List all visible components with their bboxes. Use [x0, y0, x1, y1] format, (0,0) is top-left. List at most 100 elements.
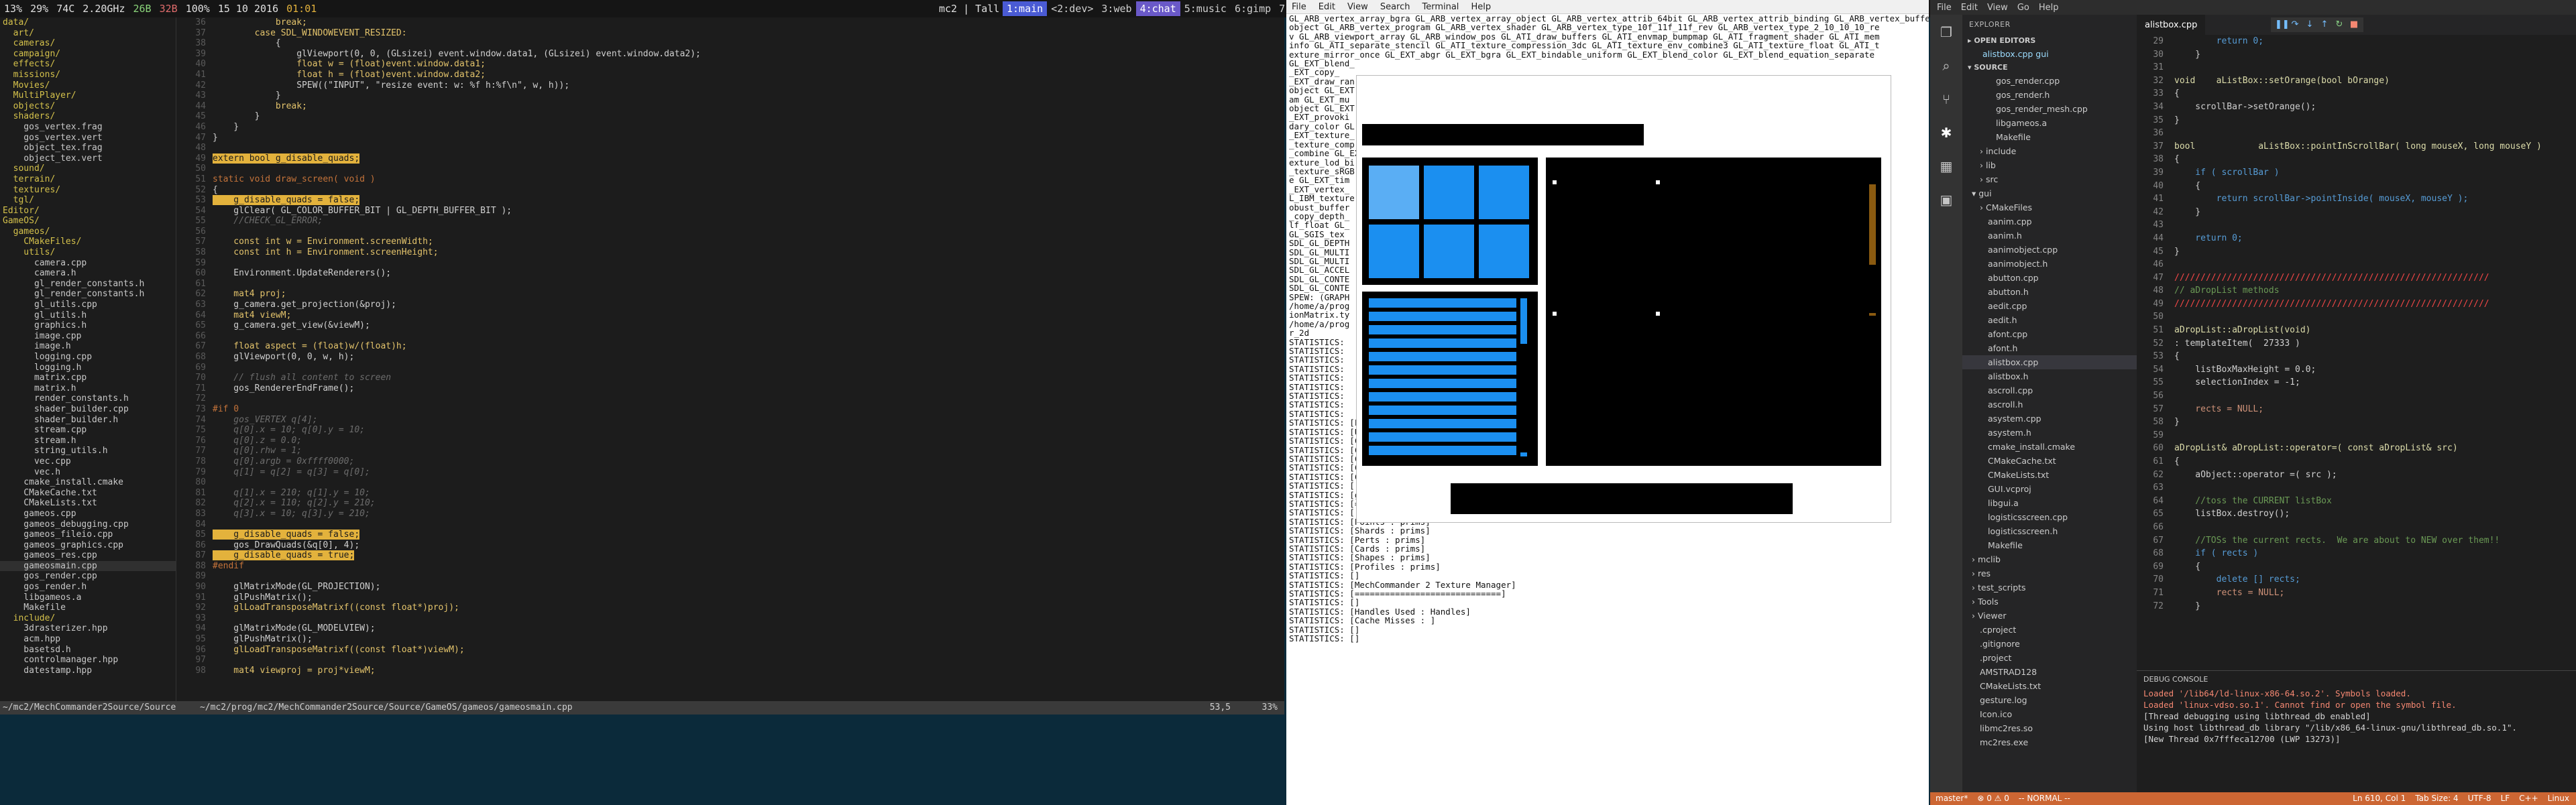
explorer-item[interactable]: CMakeLists.txt [1962, 468, 2137, 482]
tree-file[interactable]: image.cpp [0, 331, 176, 342]
list-scrollbar[interactable] [1520, 298, 1527, 344]
game-list-panel[interactable] [1362, 292, 1538, 466]
explorer-tree[interactable]: gos_render.cpp gos_render.h gos_render_mes… [1962, 74, 2137, 749]
list-row[interactable] [1369, 338, 1516, 348]
explorer-item[interactable]: ▾ gui [1962, 186, 2137, 200]
tree-folder[interactable]: campaign/ [0, 49, 176, 60]
tree-folder[interactable]: art/ [0, 28, 176, 39]
tree-folder[interactable]: objects/ [0, 101, 176, 112]
explorer-item[interactable]: CMakeCache.txt [1962, 454, 2137, 468]
tree-file[interactable]: acm.hpp [0, 634, 176, 645]
menu-item[interactable]: Help [2039, 3, 2059, 13]
open-editors-header[interactable]: ▸ OPEN EDITORS [1962, 34, 2137, 47]
tree-file[interactable]: gameos.cpp [0, 509, 176, 519]
list-row[interactable] [1369, 392, 1516, 401]
explorer-item[interactable]: libmc2res.so [1962, 721, 2137, 735]
explorer-item[interactable]: gos_render_mesh.cpp [1962, 102, 2137, 116]
tree-file[interactable]: Makefile [0, 603, 176, 613]
tree-folder[interactable]: include/ [0, 613, 176, 624]
list-row[interactable] [1369, 379, 1516, 388]
tree-file[interactable]: object_tex.vert [0, 153, 176, 164]
explorer-item[interactable]: › Viewer [1962, 609, 2137, 623]
restart-icon[interactable]: ↻ [2334, 19, 2345, 30]
tree-folder[interactable]: missions/ [0, 70, 176, 80]
tree-folder[interactable]: Movies/ [0, 80, 176, 91]
explorer-item[interactable]: cmake_install.cmake [1962, 440, 2137, 454]
explorer-item[interactable]: gesture.log [1962, 693, 2137, 707]
explorer-item[interactable]: Makefile [1962, 538, 2137, 552]
menu-item[interactable]: View [1347, 2, 1368, 12]
cursor-pos[interactable]: Ln 610, Col 1 [2353, 792, 2406, 805]
explorer-item[interactable]: libgameos.a [1962, 116, 2137, 130]
list-scrollbar-thumb[interactable] [1520, 452, 1527, 456]
tree-file[interactable]: gl_utils.cpp [0, 300, 176, 310]
tree-file[interactable]: logging.h [0, 363, 176, 373]
explorer-item[interactable]: GUI.vcproj [1962, 482, 2137, 496]
tile[interactable] [1479, 225, 1529, 278]
explorer-item[interactable]: logisticsscreen.h [1962, 524, 2137, 538]
tree-file[interactable]: stream.cpp [0, 425, 176, 436]
tree-folder[interactable]: GameOS/ [0, 216, 176, 227]
tree-folder[interactable]: MultiPlayer/ [0, 90, 176, 101]
tree-folder[interactable]: shaders/ [0, 111, 176, 122]
explorer-item[interactable]: › CMakeFiles [1962, 200, 2137, 214]
tree-folder[interactable]: effects/ [0, 59, 176, 70]
language-mode[interactable]: C++ [2519, 792, 2538, 805]
workspace-tab[interactable]: 1:main [1003, 1, 1048, 16]
explorer-item[interactable]: abutton.cpp [1962, 271, 2137, 285]
source-folder-header[interactable]: ▾ SOURCE [1962, 61, 2137, 74]
tree-file[interactable]: vec.cpp [0, 456, 176, 467]
tree-folder[interactable]: gameos/ [0, 227, 176, 237]
menu-item[interactable]: File [1292, 2, 1306, 12]
tree-folder[interactable]: CMakeFiles/ [0, 237, 176, 247]
tile[interactable] [1479, 166, 1529, 219]
debug-console-panel[interactable]: DEBUG CONSOLE Loaded '/lib64/ld-linux-x8… [2137, 670, 2576, 792]
explorer-item[interactable]: › lib [1962, 158, 2137, 172]
problems-count[interactable]: ⊗ 0 ⚠ 0 [1977, 792, 2009, 805]
menu-item[interactable]: File [1937, 3, 1952, 13]
list-row[interactable] [1369, 298, 1516, 308]
explorer-item[interactable]: aedit.cpp [1962, 299, 2137, 313]
tree-file[interactable]: controlmanager.hpp [0, 655, 176, 666]
vim-terminal[interactable]: data/ art/ cameras/ campaign/ effects/ m… [0, 17, 1284, 715]
explorer-item[interactable]: CMakeLists.txt [1962, 679, 2137, 693]
explorer-item[interactable]: Makefile [1962, 130, 2137, 144]
explorer-sidebar[interactable]: EXPLORER ▸ OPEN EDITORS alistbox.cpp gui… [1962, 15, 2137, 792]
explorer-item[interactable]: gos_render.h [1962, 88, 2137, 102]
open-editor-item[interactable]: alistbox.cpp gui [1962, 47, 2137, 61]
os-label[interactable]: Linux [2548, 792, 2569, 805]
tree-folder[interactable]: terrain/ [0, 174, 176, 185]
explorer-item[interactable]: › src [1962, 172, 2137, 186]
explorer-item[interactable]: .project [1962, 651, 2137, 665]
tree-file[interactable]: shader_builder.h [0, 415, 176, 426]
tree-file[interactable]: gameos_debugging.cpp [0, 519, 176, 530]
files-icon[interactable]: ❐ [1938, 24, 1954, 40]
tree-file[interactable]: gameos_graphics.cpp [0, 540, 176, 551]
tile[interactable] [1369, 225, 1419, 278]
explorer-item[interactable]: libgui.a [1962, 496, 2137, 510]
stop-icon[interactable]: ■ [2349, 19, 2359, 30]
tree-file[interactable]: matrix.h [0, 383, 176, 394]
editor-code[interactable]: 29 return 0; 30 } 31 32 void aListBox::setOr… [2137, 35, 2576, 670]
game-window[interactable] [1356, 75, 1891, 523]
tree-folder[interactable]: tgl/ [0, 195, 176, 206]
list-row[interactable] [1369, 312, 1516, 321]
explorer-item[interactable]: .gitignore [1962, 637, 2137, 651]
line-endings[interactable]: LF [2501, 792, 2510, 805]
tree-file[interactable]: gl_utils.h [0, 310, 176, 321]
step-over-icon[interactable]: ↷ [2290, 19, 2300, 30]
tree-file[interactable]: 3drasterizer.hpp [0, 623, 176, 634]
tree-file[interactable]: CMakeLists.txt [0, 498, 176, 509]
tree-file[interactable]: image.h [0, 341, 176, 352]
debug-icon[interactable]: ✱ [1938, 125, 1954, 141]
explorer-item[interactable]: › mclib [1962, 552, 2137, 566]
tree-folder[interactable]: sound/ [0, 164, 176, 174]
search-icon[interactable]: ⌕ [1938, 58, 1954, 74]
tree-file[interactable]: CMakeCache.txt [0, 488, 176, 499]
game-tile-panel[interactable] [1362, 158, 1538, 285]
vim-code-view[interactable]: 36 break; 37 case SDL_WINDOWEVENT_RESIZED… [176, 17, 1284, 701]
tree-file[interactable]: gameosmain.cpp [0, 560, 176, 572]
tree-file[interactable]: gl_render_constants.h [0, 289, 176, 300]
game-viewport[interactable] [1546, 158, 1881, 466]
tree-file[interactable]: libgameos.a [0, 593, 176, 603]
